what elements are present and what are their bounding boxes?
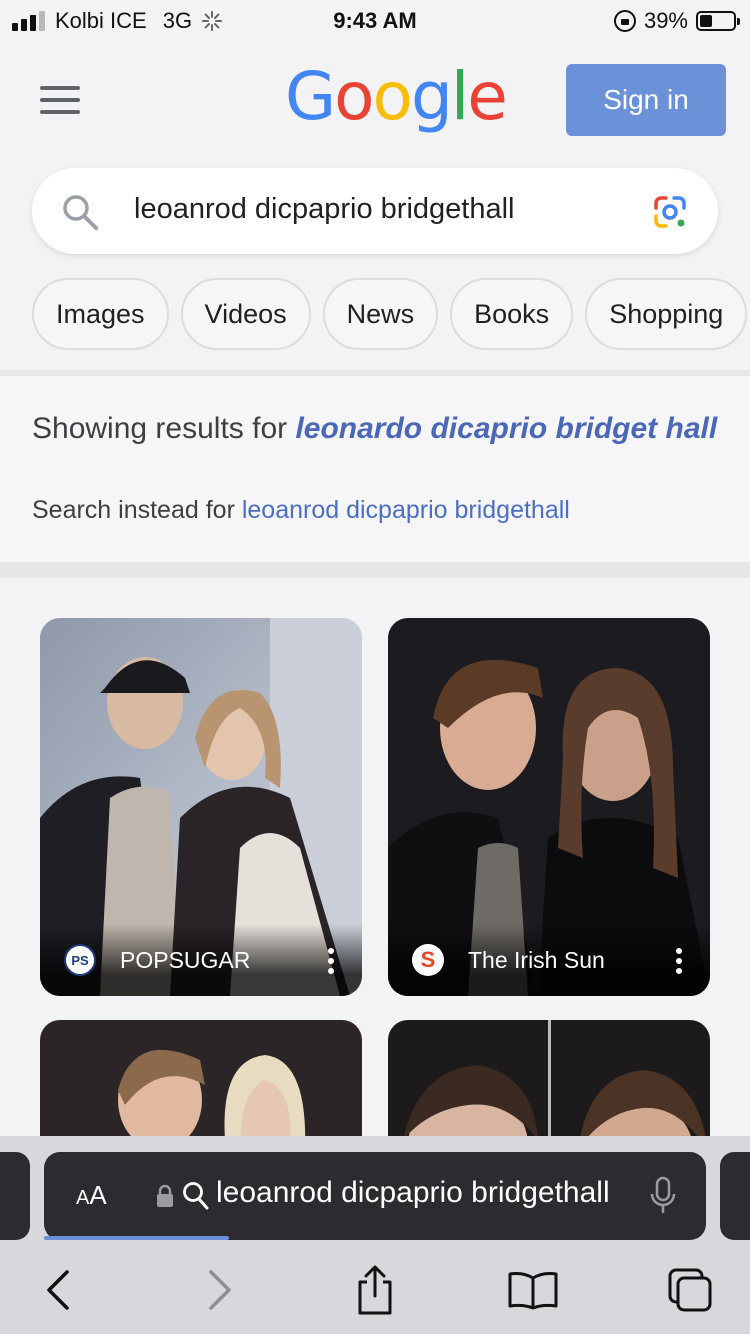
- status-right: 39%: [613, 8, 740, 34]
- menu-icon[interactable]: [40, 86, 80, 114]
- instead-prefix: Search instead for: [32, 496, 242, 524]
- signal-icon: [12, 11, 45, 31]
- google-logo[interactable]: Google: [285, 58, 508, 135]
- popsugar-icon: PS: [64, 944, 96, 976]
- showing-results-text: Showing results for leonardo dicaprio br…: [32, 408, 722, 450]
- activity-spinner-icon: [202, 11, 223, 31]
- aa-big: A: [89, 1180, 107, 1210]
- irish-sun-icon: S: [412, 944, 444, 976]
- logo-letter: o: [334, 58, 374, 135]
- page-settings-button[interactable]: AA: [76, 1180, 107, 1211]
- orientation-lock-icon: [613, 10, 636, 32]
- status-left: Kolbi ICE 3G: [12, 8, 223, 34]
- status-bar: Kolbi ICE 3G 9:43 AM 39%: [0, 0, 750, 40]
- forward-button[interactable]: [192, 1262, 248, 1318]
- logo-letter: o: [372, 58, 413, 135]
- image-result[interactable]: PS POPSUGAR: [40, 618, 362, 996]
- filter-videos[interactable]: Videos: [180, 278, 311, 350]
- network-type: 3G: [162, 8, 193, 33]
- battery-fill: [700, 15, 713, 27]
- chevron-left-icon: [47, 1270, 69, 1310]
- share-icon: [358, 1265, 392, 1315]
- carrier-name: Kolbi ICE: [55, 8, 147, 33]
- google-lens-icon[interactable]: [650, 192, 690, 232]
- microphone-icon[interactable]: [650, 1176, 676, 1216]
- logo-letter: g: [410, 58, 453, 135]
- corrected-query-link[interactable]: leonardo dicaprio bridget hall: [295, 412, 717, 445]
- next-tab-preview[interactable]: [720, 1152, 750, 1240]
- filter-shopping[interactable]: Shopping: [585, 278, 748, 350]
- battery-icon: [696, 11, 740, 31]
- filter-news[interactable]: News: [322, 278, 439, 350]
- address-bar[interactable]: AA leoanrod dicpaprio bridgethall: [44, 1152, 706, 1240]
- page-load-progress: [44, 1236, 230, 1240]
- bookmarks-button[interactable]: [505, 1262, 561, 1318]
- logo-letter: l: [450, 58, 469, 135]
- book-icon: [508, 1272, 558, 1310]
- spelling-section: [0, 376, 750, 562]
- divider: [0, 562, 750, 578]
- more-options-icon[interactable]: [676, 948, 682, 974]
- battery-percent: 39%: [643, 8, 688, 33]
- search-input[interactable]: leoanrod dicpaprio bridgethall: [134, 193, 514, 226]
- sign-in-button[interactable]: Sign in: [566, 64, 726, 136]
- search-box[interactable]: leoanrod dicpaprio bridgethall: [32, 168, 718, 254]
- more-options-icon[interactable]: [328, 948, 334, 974]
- search-icon: [183, 1182, 209, 1210]
- result-source: POPSUGAR: [120, 947, 251, 973]
- showing-prefix: Showing results for: [32, 412, 296, 445]
- search-icon[interactable]: [60, 192, 100, 232]
- tabs-icon: [668, 1268, 712, 1312]
- back-button[interactable]: [30, 1262, 86, 1318]
- lock-icon: [157, 1184, 173, 1207]
- aa-small: A: [76, 1187, 90, 1209]
- tabs-button[interactable]: [662, 1262, 718, 1318]
- filter-books[interactable]: Books: [450, 278, 574, 350]
- logo-letter: G: [285, 58, 336, 135]
- share-button[interactable]: [347, 1262, 403, 1318]
- filter-images[interactable]: Images: [32, 278, 169, 350]
- original-query-link[interactable]: leoanrod dicpaprio bridgethall: [242, 496, 570, 524]
- search-instead-text: Search instead for leoanrod dicpaprio br…: [32, 496, 570, 525]
- logo-letter: e: [467, 58, 508, 135]
- image-result[interactable]: S The Irish Sun: [388, 618, 710, 996]
- result-source: The Irish Sun: [468, 947, 605, 973]
- url-text[interactable]: leoanrod dicpaprio bridgethall: [216, 1176, 648, 1210]
- filter-chips: Images Videos News Books Shopping: [32, 278, 748, 350]
- chevron-right-icon: [209, 1270, 231, 1310]
- previous-tab-preview[interactable]: [0, 1152, 30, 1240]
